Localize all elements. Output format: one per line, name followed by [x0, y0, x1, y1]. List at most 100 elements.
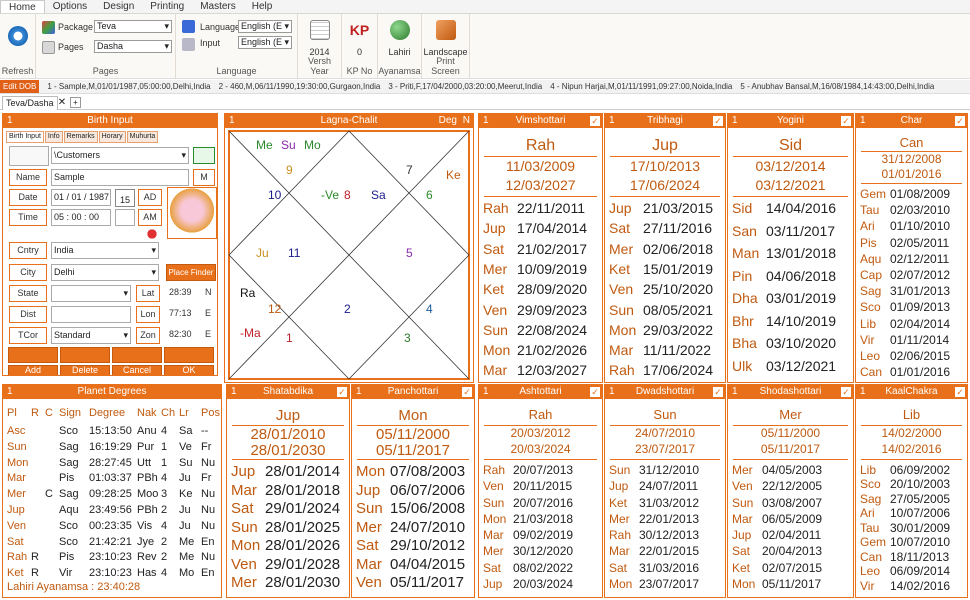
- dasha-row[interactable]: Ven 20/11/2015: [483, 479, 572, 493]
- char-row[interactable]: Sag 31/01/2013: [860, 284, 950, 298]
- dasha-row[interactable]: Jup 17/04/2014: [483, 220, 587, 236]
- dasha-row[interactable]: Gem 10/07/2010: [860, 535, 950, 549]
- dasha-row[interactable]: Rah 17/06/2024: [609, 362, 713, 378]
- ad-button[interactable]: AD: [138, 189, 162, 206]
- menu-help[interactable]: Help: [244, 0, 281, 13]
- subtab-birth-input[interactable]: Birth Input: [6, 131, 44, 143]
- cancel-button[interactable]: Cancel: [112, 365, 162, 375]
- record-item[interactable]: 5 - Anubhav Bansal,M,16/08/1984,14:43:00…: [740, 80, 934, 93]
- date-field[interactable]: 01 / 01 / 1987: [51, 189, 111, 206]
- dasha-row[interactable]: Jup 06/07/2006: [356, 482, 465, 499]
- char-row[interactable]: Vir 01/11/2014: [860, 333, 949, 347]
- char-row[interactable]: Cap 02/07/2012: [860, 268, 950, 282]
- calendar-icon[interactable]: 15: [115, 189, 135, 207]
- menu-options[interactable]: Options: [45, 0, 95, 13]
- dasha-row[interactable]: Pin 04/06/2018: [732, 268, 836, 284]
- pages-select[interactable]: Dasha: [94, 40, 172, 53]
- dasha-row[interactable]: Rah 20/07/2013: [483, 463, 573, 477]
- tab-close-icon[interactable]: ✕: [56, 96, 68, 109]
- char-row[interactable]: Can 01/01/2016: [860, 365, 950, 379]
- dasha-row[interactable]: Mar 12/03/2027: [483, 362, 587, 378]
- dasha-row[interactable]: Mon 07/08/2003: [356, 463, 465, 480]
- char-row[interactable]: Pis 02/05/2011: [860, 236, 949, 250]
- edit-dob-button[interactable]: Edit DOB: [0, 80, 40, 93]
- dasha-row[interactable]: Lib 06/09/2002: [860, 463, 950, 477]
- char-row[interactable]: Sco 01/09/2013: [860, 300, 950, 314]
- dasha-row[interactable]: Mon 21/02/2026: [483, 342, 587, 358]
- dasha-row[interactable]: Ven 29/01/2028: [231, 556, 340, 573]
- dist-label[interactable]: Dist: [9, 306, 47, 323]
- record-item[interactable]: 1 - Sample,M,01/01/1987,05:00:00,Delhi,I…: [47, 80, 210, 93]
- settings-action-icon[interactable]: [60, 347, 110, 363]
- city-select[interactable]: Delhi: [51, 264, 159, 281]
- panel-check-icon[interactable]: ✓: [841, 387, 851, 397]
- dasha-row[interactable]: Sat 20/04/2013: [732, 544, 822, 558]
- time-spinner[interactable]: [115, 209, 135, 226]
- dasha-row[interactable]: Sun 15/06/2008: [356, 500, 465, 517]
- char-row[interactable]: Tau 02/03/2010: [860, 203, 950, 217]
- dasha-row[interactable]: Mer 24/07/2010: [356, 519, 465, 536]
- dasha-row[interactable]: Leo 06/09/2014: [860, 564, 950, 578]
- subtab-remarks[interactable]: Remarks: [63, 131, 98, 143]
- dasha-row[interactable]: Ket 31/03/2012: [609, 496, 699, 510]
- dasha-row[interactable]: Jup 02/04/2011: [732, 528, 821, 542]
- dasha-row[interactable]: Mon 23/07/2017: [609, 577, 699, 591]
- delete-button[interactable]: Delete: [60, 365, 110, 375]
- ok-button[interactable]: OK: [164, 365, 214, 375]
- panel-check-icon[interactable]: ✓: [713, 116, 723, 126]
- dasha-row[interactable]: Man 13/01/2018: [732, 245, 836, 261]
- am-button[interactable]: AM: [138, 209, 162, 226]
- up-folder-icon[interactable]: [193, 147, 215, 164]
- dasha-row[interactable]: Sun 22/08/2024: [483, 322, 587, 338]
- dasha-row[interactable]: San 03/11/2017: [732, 223, 835, 239]
- char-row[interactable]: Ari 01/10/2010: [860, 219, 950, 233]
- panel-check-icon[interactable]: ✓: [841, 116, 851, 126]
- calendar-icon[interactable]: [309, 20, 330, 40]
- search-person-icon[interactable]: [9, 146, 49, 166]
- state-label[interactable]: State: [9, 285, 47, 302]
- dasha-row[interactable]: Sat 21/02/2017: [483, 241, 587, 257]
- dasha-row[interactable]: Sco 20/10/2003: [860, 477, 950, 491]
- north-toggle[interactable]: N: [463, 114, 470, 128]
- tcor-label[interactable]: TCor: [9, 327, 47, 344]
- dasha-row[interactable]: Sid 14/04/2016: [732, 200, 836, 216]
- panel-check-icon[interactable]: ✓: [713, 387, 723, 397]
- dasha-row[interactable]: Jup 20/03/2024: [483, 577, 573, 591]
- dasha-row[interactable]: Mer 28/01/2030: [231, 574, 340, 591]
- dasha-row[interactable]: Mar 28/01/2018: [231, 482, 340, 499]
- record-item[interactable]: 2 - 460,M,06/11/1990,19:30:00,Gurgaon,In…: [219, 80, 381, 93]
- dasha-row[interactable]: Mar 22/01/2015: [609, 544, 699, 558]
- dasha-row[interactable]: Mer 10/09/2019: [483, 261, 587, 277]
- gender-button[interactable]: M: [193, 169, 215, 186]
- dasha-row[interactable]: Rah 30/12/2013: [609, 528, 699, 542]
- dasha-row[interactable]: Tau 30/01/2009: [860, 521, 950, 535]
- dist-field[interactable]: [51, 306, 131, 323]
- dasha-row[interactable]: Mar 06/05/2009: [732, 512, 822, 526]
- panel-check-icon[interactable]: ✓: [337, 387, 347, 397]
- add-button[interactable]: Add: [8, 365, 58, 375]
- tab-teva-dasha[interactable]: Teva/Dasha: [2, 96, 58, 110]
- dasha-row[interactable]: Mer 02/06/2018: [609, 241, 713, 257]
- menu-masters[interactable]: Masters: [192, 0, 244, 13]
- dasha-row[interactable]: Ari 10/07/2006: [860, 506, 950, 520]
- dasha-row[interactable]: Ket 28/09/2020: [483, 281, 587, 297]
- panel-check-icon[interactable]: ✓: [590, 387, 600, 397]
- menu-design[interactable]: Design: [95, 0, 142, 13]
- dasha-row[interactable]: Sat 29/10/2012: [356, 537, 465, 554]
- state-select[interactable]: [51, 285, 131, 302]
- input-select[interactable]: English (E: [238, 36, 292, 49]
- dasha-row[interactable]: Sat 31/03/2016: [609, 561, 699, 575]
- dasha-row[interactable]: Sat 27/11/2016: [609, 220, 712, 236]
- dasha-row[interactable]: Sun 20/07/2016: [483, 496, 573, 510]
- dasha-row[interactable]: Vir 14/02/2016: [860, 579, 950, 593]
- dasha-row[interactable]: Mon 28/01/2026: [231, 537, 340, 554]
- save-action-icon[interactable]: [164, 347, 214, 363]
- panel-check-icon[interactable]: ✓: [955, 387, 965, 397]
- deg-toggle[interactable]: Deg: [439, 114, 457, 128]
- dasha-row[interactable]: Ven 25/10/2020: [609, 281, 713, 297]
- dasha-row[interactable]: Sun 28/01/2025: [231, 519, 340, 536]
- package-select[interactable]: Teva: [94, 20, 172, 33]
- dasha-row[interactable]: Mer 22/01/2013: [609, 512, 699, 526]
- menu-printing[interactable]: Printing: [142, 0, 192, 13]
- panel-check-icon[interactable]: ✓: [590, 116, 600, 126]
